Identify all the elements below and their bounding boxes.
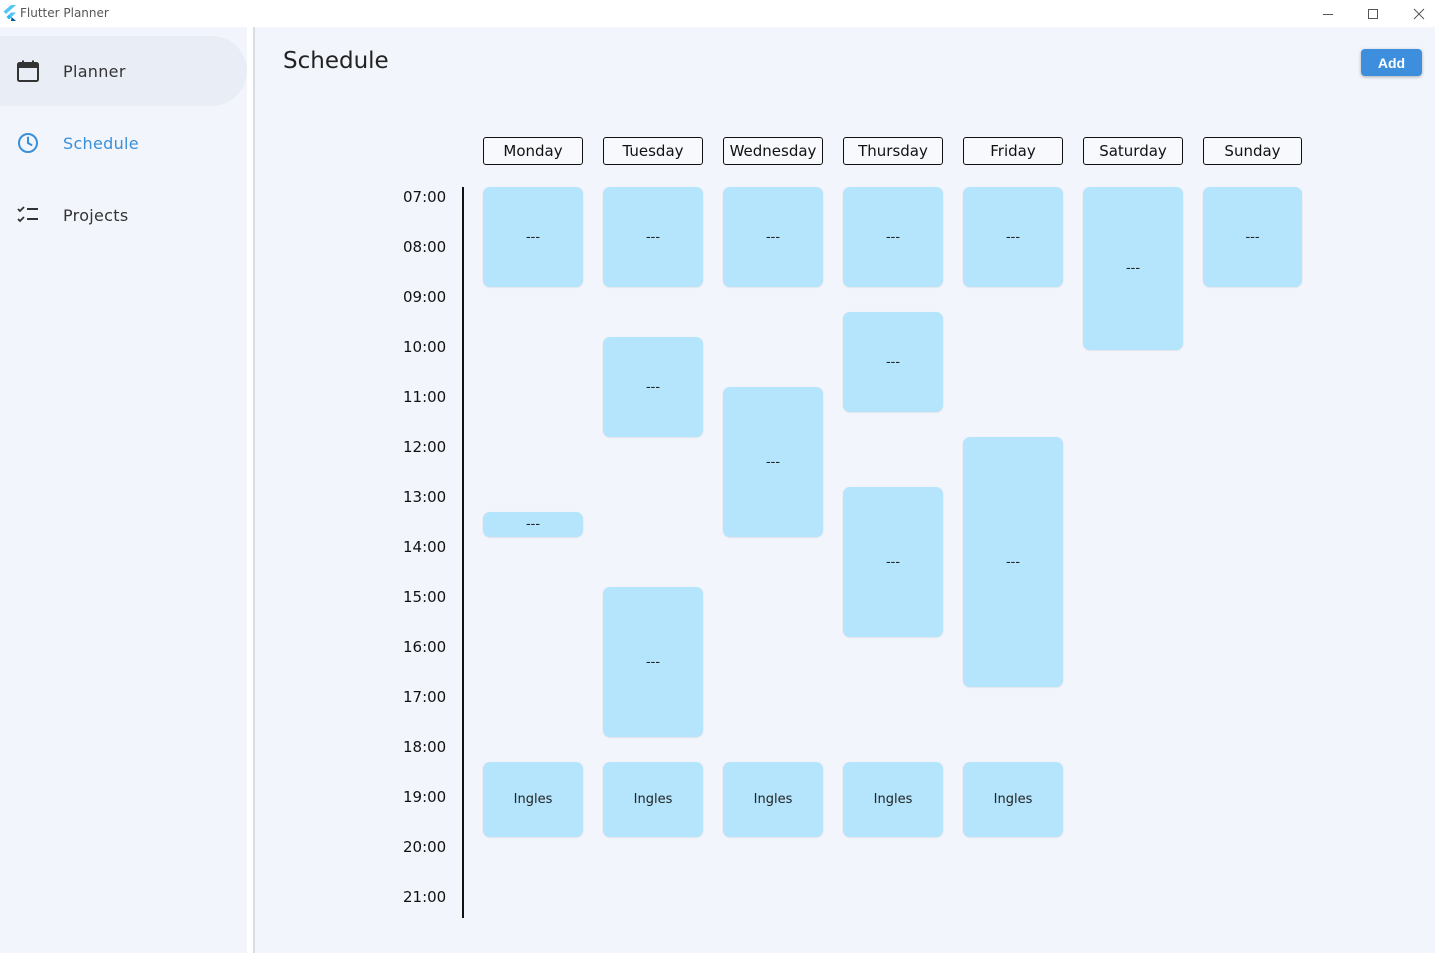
sidebar-item-planner[interactable]: Planner [0,36,247,106]
schedule-event[interactable]: --- [963,187,1063,287]
schedule-event[interactable]: --- [843,487,943,637]
schedule-event[interactable]: --- [843,312,943,412]
time-label: 10:00 [403,338,447,356]
calendar-icon [17,60,39,82]
time-label: 19:00 [403,788,447,806]
clock-icon [18,133,38,153]
day-header-friday: Friday [963,137,1063,165]
day-header-thursday: Thursday [843,137,943,165]
minimize-button[interactable] [1305,0,1350,27]
time-label: 12:00 [403,438,447,456]
schedule-event[interactable]: --- [1203,187,1302,287]
close-icon [1413,8,1424,19]
day-header-monday: Monday [483,137,583,165]
schedule-event[interactable]: --- [603,587,703,737]
time-label: 20:00 [403,838,447,856]
schedule-event[interactable]: Ingles [963,762,1063,837]
sidebar-item-label: Planner [63,62,126,81]
schedule-event[interactable]: --- [723,187,823,287]
close-button[interactable] [1396,0,1435,27]
schedule-event[interactable]: Ingles [603,762,703,837]
time-label: 08:00 [403,238,447,256]
schedule-event[interactable]: --- [483,512,583,537]
time-label: 17:00 [403,688,447,706]
schedule-event[interactable]: --- [723,387,823,537]
schedule-event[interactable]: --- [843,187,943,287]
page-title: Schedule [283,48,389,74]
time-label: 18:00 [403,738,447,756]
time-axis [462,187,464,918]
schedule-event[interactable]: Ingles [723,762,823,837]
schedule-event[interactable]: --- [963,437,1063,687]
day-header-tuesday: Tuesday [603,137,703,165]
schedule-event[interactable]: --- [603,187,703,287]
schedule-event[interactable]: --- [483,187,583,287]
time-label: 16:00 [403,638,447,656]
schedule-event[interactable]: Ingles [483,762,583,837]
window-title: Flutter Planner [20,6,109,20]
day-header-saturday: Saturday [1083,137,1183,165]
time-label: 21:00 [403,888,447,906]
window-titlebar: Flutter Planner [0,0,1435,27]
day-header-sunday: Sunday [1203,137,1302,165]
time-label: 14:00 [403,538,447,556]
time-label: 09:00 [403,288,447,306]
time-label: 11:00 [403,388,447,406]
maximize-button[interactable] [1350,0,1395,27]
time-label: 07:00 [403,188,447,206]
sidebar-item-label: Projects [63,206,129,225]
maximize-icon [1367,8,1378,19]
add-button[interactable]: Add [1361,49,1422,76]
time-label: 15:00 [403,588,447,606]
sidebar-item-label: Schedule [63,134,139,153]
sidebar: Planner Schedule Projects [0,27,247,953]
checklist-icon [17,206,38,223]
sidebar-item-projects[interactable]: Projects [0,180,247,250]
day-header-wednesday: Wednesday [723,137,823,165]
schedule-event[interactable]: Ingles [843,762,943,837]
flutter-logo-icon [3,5,16,21]
time-label: 13:00 [403,488,447,506]
schedule-event[interactable]: --- [603,337,703,437]
sidebar-item-schedule[interactable]: Schedule [0,108,247,178]
schedule-event[interactable]: --- [1083,187,1183,350]
sidebar-divider [247,27,255,953]
minimize-icon [1322,13,1333,15]
